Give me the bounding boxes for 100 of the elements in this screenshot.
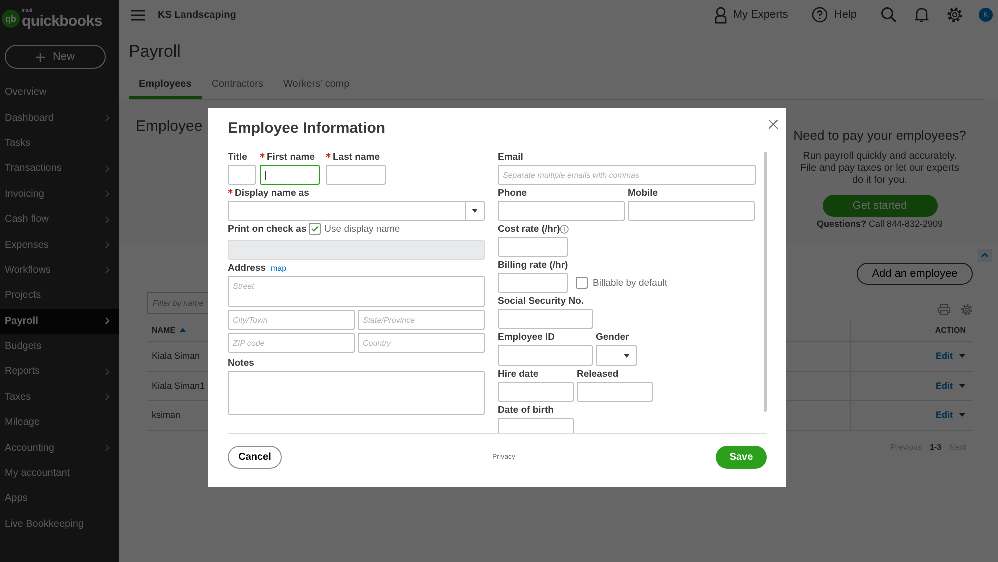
billing-rate-field[interactable] (498, 273, 568, 293)
field-label: Gender (596, 332, 630, 342)
sidebar-item[interactable]: Tasks (0, 130, 119, 156)
sidebar-item[interactable]: My accountant (0, 460, 119, 486)
edit-link[interactable]: Edit (936, 410, 953, 420)
field-label: Last name (333, 152, 380, 162)
notes-field[interactable] (228, 371, 485, 415)
add-employee-button[interactable]: Add an employee (857, 263, 973, 285)
cost-rate-field[interactable] (498, 237, 568, 257)
collapse-button[interactable] (978, 249, 992, 262)
promo-title: Need to pay your employees? (794, 128, 966, 143)
field-label: Display name as (235, 188, 310, 198)
person-icon[interactable] (715, 6, 728, 24)
field-label: Address (228, 262, 266, 274)
caret-down-icon (472, 209, 478, 213)
checkbox-label: Billable by default (593, 278, 668, 288)
display-name-select[interactable] (228, 201, 485, 221)
map-link[interactable]: map (271, 264, 287, 272)
save-button[interactable]: Save (716, 446, 767, 469)
date-of-birth-field[interactable] (498, 418, 574, 433)
new-button[interactable]: New (5, 45, 106, 69)
plus-icon (36, 52, 45, 62)
dialog-title: Employee Information (228, 119, 386, 139)
checkbox[interactable] (576, 277, 588, 289)
sidebar-item[interactable]: Projects (0, 283, 119, 309)
sidebar-item[interactable]: Taxes (0, 384, 119, 410)
company-name: KS Landscaping (158, 10, 236, 20)
tab[interactable]: Contractors (202, 74, 274, 99)
employee-id-field[interactable] (498, 345, 593, 366)
caret-down-icon[interactable] (959, 354, 966, 358)
section-title: Employee (136, 118, 203, 137)
sidebar-item[interactable]: Expenses (0, 232, 119, 258)
mobile-field[interactable] (628, 201, 755, 221)
help-icon[interactable] (812, 7, 828, 23)
promo-text: Run payroll quickly and accurately. File and pay taxes or let our experts do it for you. (800, 151, 960, 187)
sidebar-item[interactable]: Invoicing (0, 182, 119, 207)
field-label: Mobile (628, 188, 658, 198)
sidebar-item[interactable]: Budgets (0, 334, 119, 360)
logo-mark: qb (2, 10, 20, 28)
get-started-button[interactable]: Get started (822, 195, 938, 217)
settings-icon[interactable] (961, 304, 973, 316)
sidebar-item[interactable]: Reports (0, 359, 119, 385)
field-label: Cost rate (/hr) (498, 224, 560, 234)
search-icon[interactable] (881, 7, 897, 23)
country-field[interactable]: Country (358, 333, 485, 353)
zip-field[interactable]: ZIP code (228, 333, 355, 353)
phone-field[interactable] (498, 201, 625, 221)
ssn-field[interactable] (498, 309, 593, 329)
field-label: Print on check as (228, 224, 307, 234)
sidebar-item[interactable]: Cash flow (0, 206, 119, 232)
field-label: Phone (498, 188, 528, 198)
menu-icon[interactable] (131, 10, 145, 20)
table-cell: ksiman (152, 410, 181, 420)
info-icon[interactable] (560, 224, 570, 234)
field-label: Employee ID (498, 332, 556, 342)
cancel-button[interactable]: Cancel (228, 446, 282, 469)
sidebar-item[interactable]: Live Bookkeeping (0, 512, 119, 538)
caret-down-icon[interactable] (959, 384, 966, 388)
topbar-link[interactable]: My Experts (733, 9, 788, 21)
city-field[interactable]: City/Town (228, 310, 355, 330)
table-cell: Kiala Siman (152, 351, 200, 362)
chevron-up-icon (981, 253, 989, 258)
caret-down-icon[interactable] (959, 413, 966, 418)
edit-link[interactable]: Edit (936, 380, 953, 391)
sidebar-item[interactable]: Mileage (0, 410, 119, 436)
street-field[interactable]: Street (228, 276, 485, 307)
input-field[interactable] (260, 165, 320, 185)
sidebar-item[interactable]: Accounting (0, 435, 119, 461)
sidebar-item[interactable]: Overview (0, 80, 119, 106)
input-field[interactable] (326, 165, 386, 185)
email-field[interactable]: Separate multiple emails with commas (498, 165, 756, 185)
check-icon (310, 226, 319, 232)
input-field[interactable] (228, 165, 256, 185)
field-label: Date of birth (498, 404, 554, 416)
field-label: Email (498, 152, 524, 162)
scrollbar[interactable] (764, 152, 767, 412)
page-range: 1-3 (930, 442, 942, 452)
hire-date-field[interactable] (498, 382, 574, 402)
settings-icon[interactable] (947, 7, 963, 23)
column-header: ACTION (935, 326, 966, 334)
table-cell: Kiala Siman1 (152, 380, 206, 391)
released-field[interactable] (577, 382, 653, 402)
tab[interactable]: Workers' comp (274, 74, 360, 99)
caret-down-icon (624, 354, 630, 358)
gender-select[interactable] (596, 345, 637, 366)
print-icon[interactable] (938, 304, 951, 316)
sidebar-item[interactable]: Payroll (0, 308, 119, 334)
checkbox[interactable] (308, 223, 321, 235)
sidebar-item[interactable]: Dashboard (0, 105, 119, 131)
topbar-link[interactable]: Help (834, 9, 857, 21)
page-title: Payroll (129, 41, 182, 63)
sidebar-item[interactable]: Workflows (0, 258, 119, 284)
questions-text: Questions? Call 844-832-2909 (816, 219, 944, 229)
sidebar-item[interactable]: Transactions (0, 156, 119, 182)
bell-icon[interactable] (915, 7, 929, 23)
edit-link[interactable]: Edit (936, 351, 953, 362)
close-icon[interactable] (769, 120, 778, 129)
state-field[interactable]: State/Province (358, 310, 485, 330)
column-header[interactable]: NAME (152, 326, 176, 334)
sidebar-item[interactable]: Apps (0, 486, 119, 512)
